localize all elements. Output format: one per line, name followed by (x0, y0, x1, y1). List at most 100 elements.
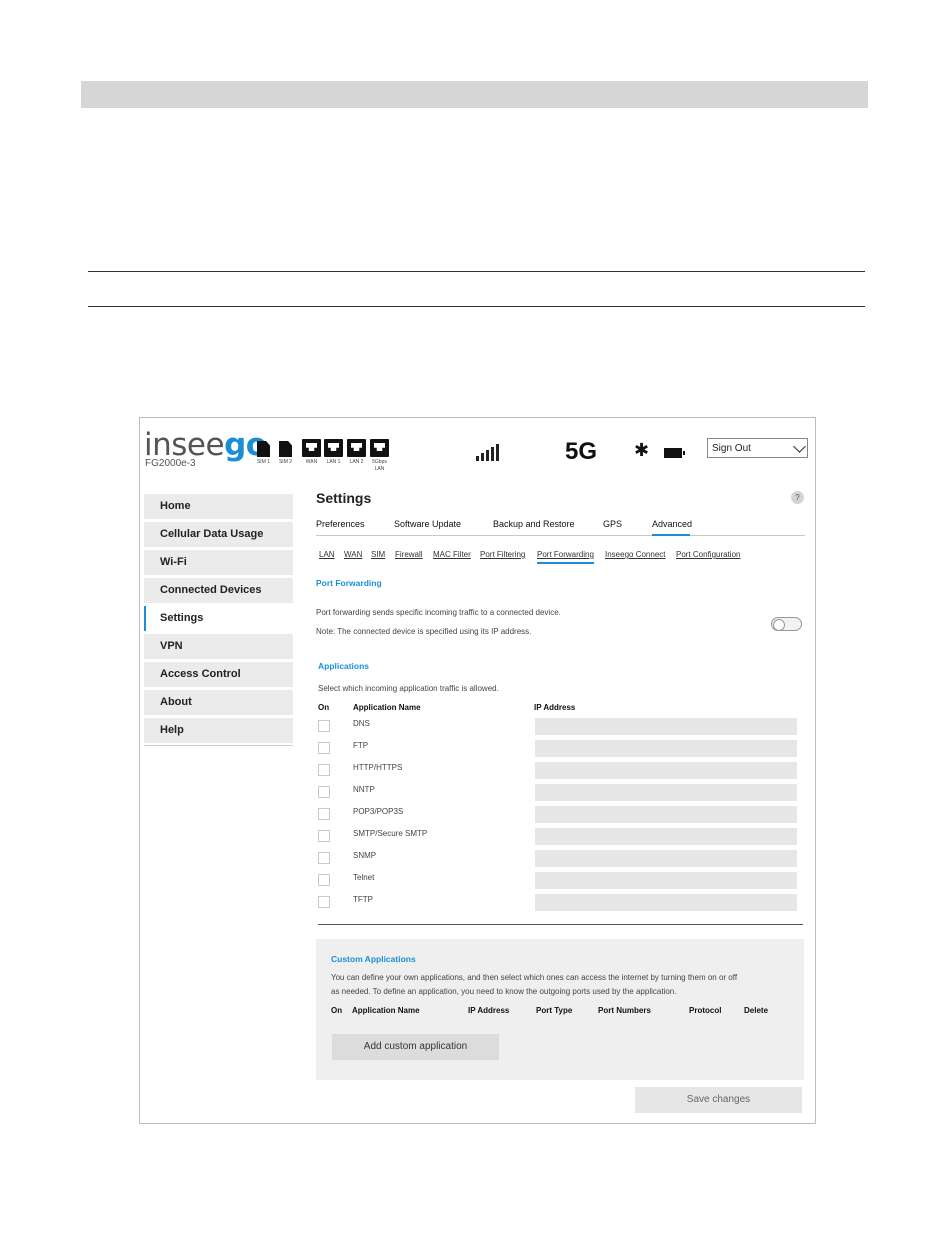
app-snmp-checkbox[interactable] (318, 852, 330, 864)
subtab-firewall[interactable]: Firewall (395, 550, 423, 559)
sidebar-item-vpn[interactable]: VPN (144, 634, 293, 659)
document-rule-bottom (88, 306, 865, 307)
help-icon[interactable]: ? (791, 491, 804, 504)
column-header-application-name: Application Name (353, 703, 421, 712)
applications-heading: Applications (318, 661, 370, 671)
tab-preferences[interactable]: Preferences (316, 519, 365, 529)
toggle-knob (773, 619, 785, 631)
column-header-on: On (318, 703, 330, 712)
subtab-port-configuration[interactable]: Port Configuration (676, 550, 740, 559)
custom-column-delete: Delete (744, 1006, 769, 1015)
sidebar-item-home[interactable]: Home (144, 494, 293, 519)
sim2-icon (279, 441, 292, 457)
port-forwarding-heading: Port Forwarding (316, 578, 382, 588)
wan-port-icon (302, 439, 321, 457)
tabs-divider (316, 535, 805, 536)
account-select-value: Sign Out (712, 443, 751, 454)
sidebar-item-connected-devices[interactable]: Connected Devices (144, 578, 293, 603)
sidebar-item-about[interactable]: About (144, 690, 293, 715)
app-smtp-checkbox[interactable] (318, 830, 330, 842)
app-nntp-checkbox[interactable] (318, 786, 330, 798)
custom-applications-panel: Custom Applications You can define your … (316, 939, 804, 1080)
app-snmp-ip-field[interactable] (535, 850, 797, 867)
port-forwarding-description: Port forwarding sends specific incoming … (316, 608, 561, 617)
bluetooth-icon: ✱ (634, 440, 650, 460)
active-tab-indicator (652, 534, 690, 536)
app-tftp-checkbox[interactable] (318, 896, 330, 908)
sidebar-item-cellular-data-usage[interactable]: Cellular Data Usage (144, 522, 293, 547)
signal-icon (476, 444, 499, 461)
custom-column-ip-address: IP Address (468, 1006, 510, 1015)
chevron-down-icon (793, 440, 806, 453)
subtab-sim[interactable]: SIM (371, 550, 385, 559)
sim2-label: SIM 2 (278, 459, 293, 465)
sidebar-divider (144, 745, 293, 746)
column-header-ip-address: IP Address (534, 703, 576, 712)
inseego-logo: inseego (144, 427, 267, 463)
device-model: FG2000e-3 (145, 458, 196, 469)
app-dns-ip-field[interactable] (535, 718, 797, 735)
lan1-port-label: LAN 1 (326, 459, 341, 465)
app-http-checkbox[interactable] (318, 764, 330, 776)
port-forwarding-toggle[interactable] (771, 617, 802, 631)
lan2-port-label: LAN 2 (349, 459, 364, 465)
tab-gps[interactable]: GPS (603, 519, 622, 529)
5gbps-lan-port-label: 5Gbps LAN (372, 459, 387, 472)
applications-description: Select which incoming application traffi… (318, 684, 499, 693)
app-nntp-label: NNTP (353, 785, 375, 794)
subtab-port-filtering[interactable]: Port Filtering (480, 550, 525, 559)
tab-backup-and-restore[interactable]: Backup and Restore (493, 519, 575, 529)
5gbps-lan-port-icon (370, 439, 389, 457)
subtab-port-forwarding[interactable]: Port Forwarding (537, 550, 594, 559)
custom-column-protocol: Protocol (689, 1006, 722, 1015)
sidebar-item-wifi[interactable]: Wi-Fi (144, 550, 293, 575)
sidebar-item-access-control[interactable]: Access Control (144, 662, 293, 687)
document-header-bar (81, 81, 868, 108)
app-pop3-label: POP3/POP3S (353, 807, 404, 816)
subtab-lan[interactable]: LAN (319, 550, 335, 559)
sim1-icon (257, 441, 270, 457)
custom-applications-description-line2: as needed. To define an application, you… (331, 987, 677, 996)
app-pop3-checkbox[interactable] (318, 808, 330, 820)
app-tftp-ip-field[interactable] (535, 894, 797, 911)
network-type: 5G (565, 438, 598, 465)
custom-column-port-type: Port Type (536, 1006, 573, 1015)
add-custom-application-button[interactable]: Add custom application (332, 1034, 499, 1060)
subtab-wan[interactable]: WAN (344, 550, 362, 559)
app-telnet-label: Telnet (353, 873, 375, 882)
sidebar-item-settings[interactable]: Settings (144, 606, 293, 631)
app-smtp-label: SMTP/Secure SMTP (353, 829, 428, 838)
app-snmp-label: SNMP (353, 851, 377, 860)
app-ftp-ip-field[interactable] (535, 740, 797, 757)
battery-icon (664, 448, 685, 458)
lan1-port-icon (324, 439, 343, 457)
subtab-inseego-connect[interactable]: Inseego Connect (605, 550, 666, 559)
account-select[interactable]: Sign Out (707, 438, 808, 458)
app-ftp-checkbox[interactable] (318, 742, 330, 754)
tab-software-update[interactable]: Software Update (394, 519, 461, 529)
wan-port-label: WAN (305, 459, 318, 465)
app-pop3-ip-field[interactable] (535, 806, 797, 823)
app-dns-label: DNS (353, 719, 370, 728)
subtab-mac-filter[interactable]: MAC Filter (433, 550, 471, 559)
app-nntp-ip-field[interactable] (535, 784, 797, 801)
app-dns-checkbox[interactable] (318, 720, 330, 732)
app-ftp-label: FTP (353, 741, 369, 750)
app-telnet-ip-field[interactable] (535, 872, 797, 889)
app-telnet-checkbox[interactable] (318, 874, 330, 886)
custom-applications-description-line1: You can define your own applications, an… (331, 973, 738, 982)
router-admin-screenshot: inseego FG2000e-3 SIM 1 SIM 2 WAN LAN 1 … (139, 417, 816, 1124)
custom-column-on: On (331, 1006, 343, 1015)
custom-column-application-name: Application Name (352, 1006, 420, 1015)
sim1-label: SIM 1 (256, 459, 271, 465)
document-rule-top (88, 271, 865, 272)
app-smtp-ip-field[interactable] (535, 828, 797, 845)
tab-advanced[interactable]: Advanced (652, 519, 692, 529)
custom-column-port-numbers: Port Numbers (598, 1006, 651, 1015)
lan2-port-icon (347, 439, 366, 457)
app-http-ip-field[interactable] (535, 762, 797, 779)
custom-applications-heading: Custom Applications (331, 954, 416, 964)
save-changes-button[interactable]: Save changes (635, 1087, 802, 1113)
active-subtab-indicator (537, 562, 594, 564)
sidebar-item-help[interactable]: Help (144, 718, 293, 743)
